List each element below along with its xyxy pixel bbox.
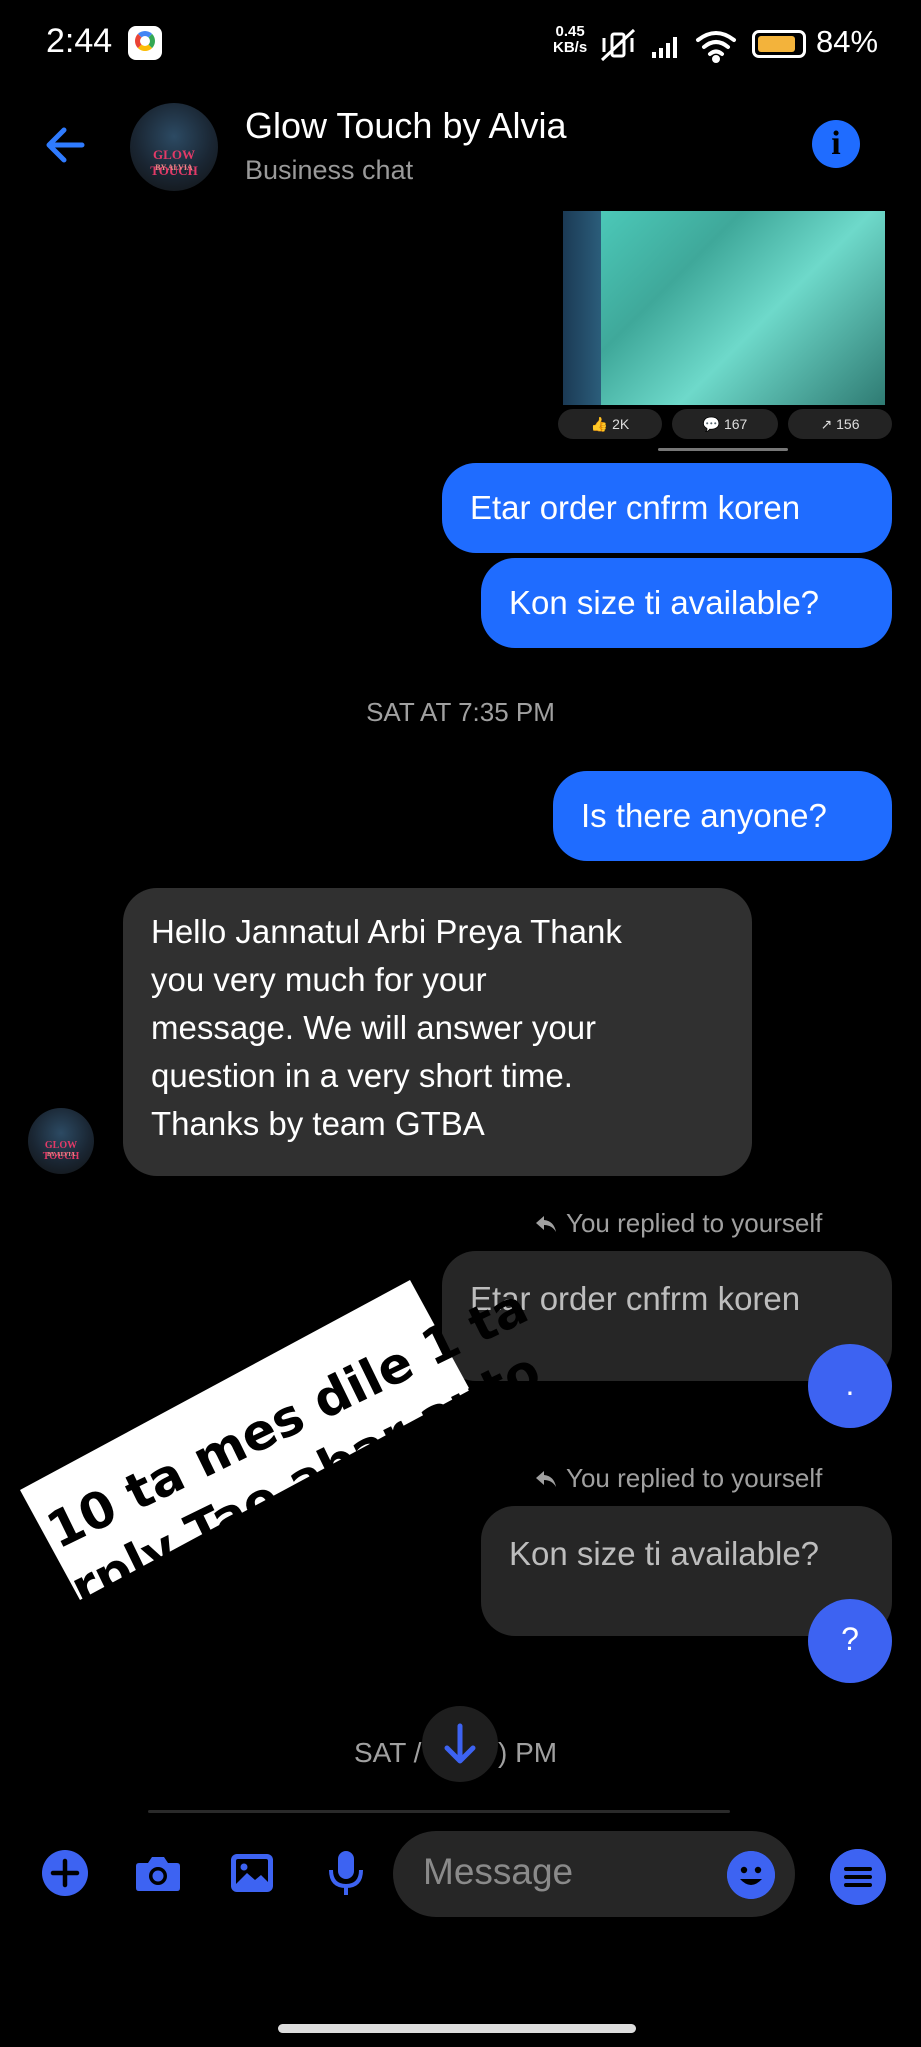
- reel-likes: 👍 2K: [558, 409, 662, 439]
- vibrate-icon: [600, 28, 636, 62]
- message-placeholder: Message: [423, 1851, 574, 1892]
- reply-note: You replied to yourself: [534, 1208, 822, 1239]
- wifi-icon: [696, 31, 736, 63]
- signal-icon: [652, 37, 677, 58]
- sticker-overlay: 10 ta mes dile 1 ta rply Tao abar auto m…: [0, 1260, 549, 1620]
- microphone-icon[interactable]: [321, 1848, 371, 1898]
- timestamp-left: SAT /: [354, 1737, 422, 1768]
- message-bubble-sent[interactable]: .: [808, 1344, 892, 1428]
- reel-stats: 👍 2K 💬 167 ↗ 156: [558, 409, 892, 439]
- shared-reel-preview[interactable]: [563, 211, 885, 405]
- comment-icon: 💬: [702, 416, 721, 432]
- chat-title[interactable]: Glow Touch by Alvia: [245, 105, 567, 147]
- thumbs-up-icon: 👍: [590, 416, 609, 432]
- avatar-logo-subtext: BY ALVIA: [46, 1152, 76, 1158]
- gallery-icon[interactable]: [227, 1848, 277, 1898]
- status-icons: [600, 28, 736, 63]
- menu-icon[interactable]: [830, 1849, 886, 1905]
- message-input[interactable]: Message: [393, 1831, 795, 1917]
- message-line: question in a very short time.: [151, 1057, 573, 1094]
- avatar-logo-text: GLOW TOUCH: [42, 1140, 80, 1162]
- reply-icon: [536, 1216, 556, 1232]
- share-icon: ↗: [820, 416, 833, 432]
- avatar[interactable]: GLOW TOUCH BY ALVIA: [28, 1108, 94, 1174]
- emoji-icon[interactable]: [727, 1851, 775, 1899]
- message-bubble-sent[interactable]: Kon size ti available?: [481, 558, 892, 648]
- google-icon: [128, 26, 162, 60]
- avatar[interactable]: GLOW TOUCH BY ALVIA: [130, 103, 218, 191]
- reel-comments: 💬 167: [672, 409, 778, 439]
- divider: [148, 1810, 730, 1813]
- status-time: 2:44: [46, 22, 113, 60]
- message-line: message. We will answer your: [151, 1009, 597, 1046]
- home-indicator[interactable]: [278, 2024, 636, 2033]
- message-bubble-sent[interactable]: ?: [808, 1599, 892, 1683]
- message-bubble-sent[interactable]: Is there anyone?: [553, 771, 892, 861]
- message-line: you very much for your: [151, 961, 487, 998]
- camera-icon[interactable]: [133, 1848, 183, 1898]
- plus-icon[interactable]: [40, 1848, 90, 1898]
- reply-note: You replied to yourself: [534, 1463, 822, 1494]
- reply-icon: [536, 1471, 556, 1487]
- back-arrow-icon[interactable]: [40, 120, 90, 170]
- reel-shares: ↗ 156: [788, 409, 892, 439]
- message-bubble-sent[interactable]: Etar order cnfrm koren: [442, 463, 892, 553]
- info-icon[interactable]: i: [812, 120, 860, 168]
- chat-subtitle: Business chat: [245, 155, 414, 185]
- network-speed: 0.45 KB/s: [553, 23, 588, 56]
- message-bubble-received[interactable]: Hello Jannatul Arbi Preya Thank you very…: [123, 888, 752, 1176]
- timestamp-right: ) PM: [498, 1737, 558, 1768]
- message-line: Hello Jannatul Arbi Preya Thank: [151, 913, 622, 950]
- arrow-down-icon: [444, 1723, 476, 1764]
- divider: [658, 448, 788, 451]
- battery-percent: 84%: [816, 24, 879, 59]
- timestamp: SAT AT 7:35 PM: [366, 697, 555, 727]
- battery-icon: [752, 30, 806, 58]
- avatar-logo-subtext: BY ALVIA: [155, 163, 193, 172]
- scroll-to-bottom-button[interactable]: [422, 1706, 498, 1782]
- message-line: Thanks by team GTBA: [151, 1105, 485, 1142]
